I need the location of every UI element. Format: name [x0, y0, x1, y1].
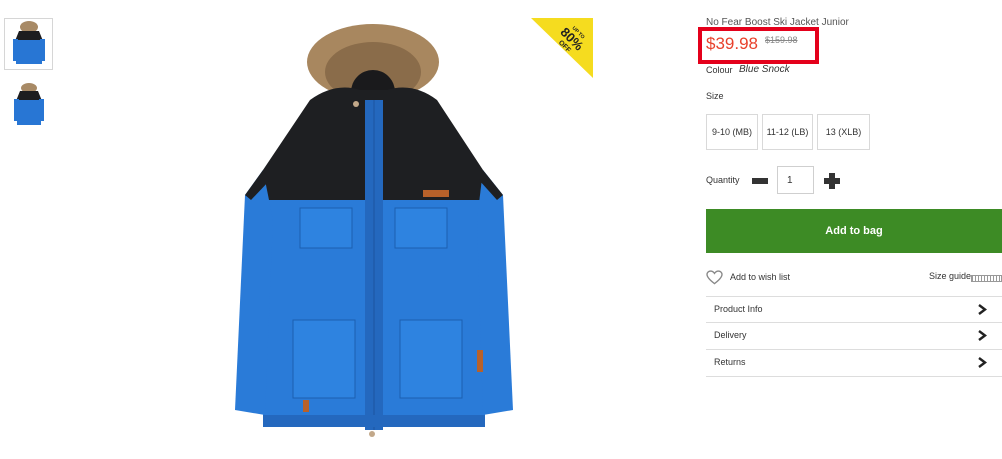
accordion-label: Delivery	[714, 330, 747, 340]
chevron-right-icon	[978, 330, 987, 341]
accordion-delivery[interactable]: Delivery	[706, 323, 1002, 350]
size-option-11-12[interactable]: 11-12 (LB)	[762, 114, 813, 150]
jacket-thumbnail-image	[12, 21, 45, 64]
accordion-label: Returns	[714, 357, 746, 367]
add-to-bag-button[interactable]: Add to bag	[706, 209, 1002, 253]
accordion-returns[interactable]: Returns	[706, 350, 1002, 377]
ruler-icon[interactable]	[971, 275, 1002, 282]
thumbnail-alt[interactable]	[4, 79, 53, 131]
size-option-9-10[interactable]: 9-10 (MB)	[706, 114, 758, 150]
chevron-right-icon	[978, 357, 987, 368]
heart-icon	[706, 269, 723, 284]
quantity-input[interactable]	[777, 166, 814, 194]
accordion-label: Product Info	[714, 304, 763, 314]
quantity-label: Quantity	[706, 175, 740, 185]
size-label: Size	[706, 91, 724, 101]
quantity-minus-button[interactable]	[752, 178, 768, 184]
accordion-product-info[interactable]: Product Info	[706, 296, 1002, 323]
original-price: $159.98	[765, 35, 798, 45]
add-to-wishlist-link[interactable]: Add to wish list	[706, 268, 790, 286]
colour-label: Colour	[706, 65, 733, 75]
chevron-right-icon	[978, 304, 987, 315]
thumbnail-front[interactable]	[4, 18, 53, 70]
sale-badge: UP TO 80% OFF	[531, 18, 593, 78]
product-main-image	[235, 24, 513, 437]
size-guide-link[interactable]: Size guide	[929, 271, 971, 281]
wishlist-label: Add to wish list	[730, 272, 791, 282]
current-price: $39.98	[706, 34, 758, 53]
quantity-plus-button[interactable]	[824, 173, 840, 189]
colour-value: Blue Snock	[739, 64, 790, 75]
size-option-13[interactable]: 13 (XLB)	[817, 114, 870, 150]
jacket-thumbnail-image	[13, 83, 44, 125]
